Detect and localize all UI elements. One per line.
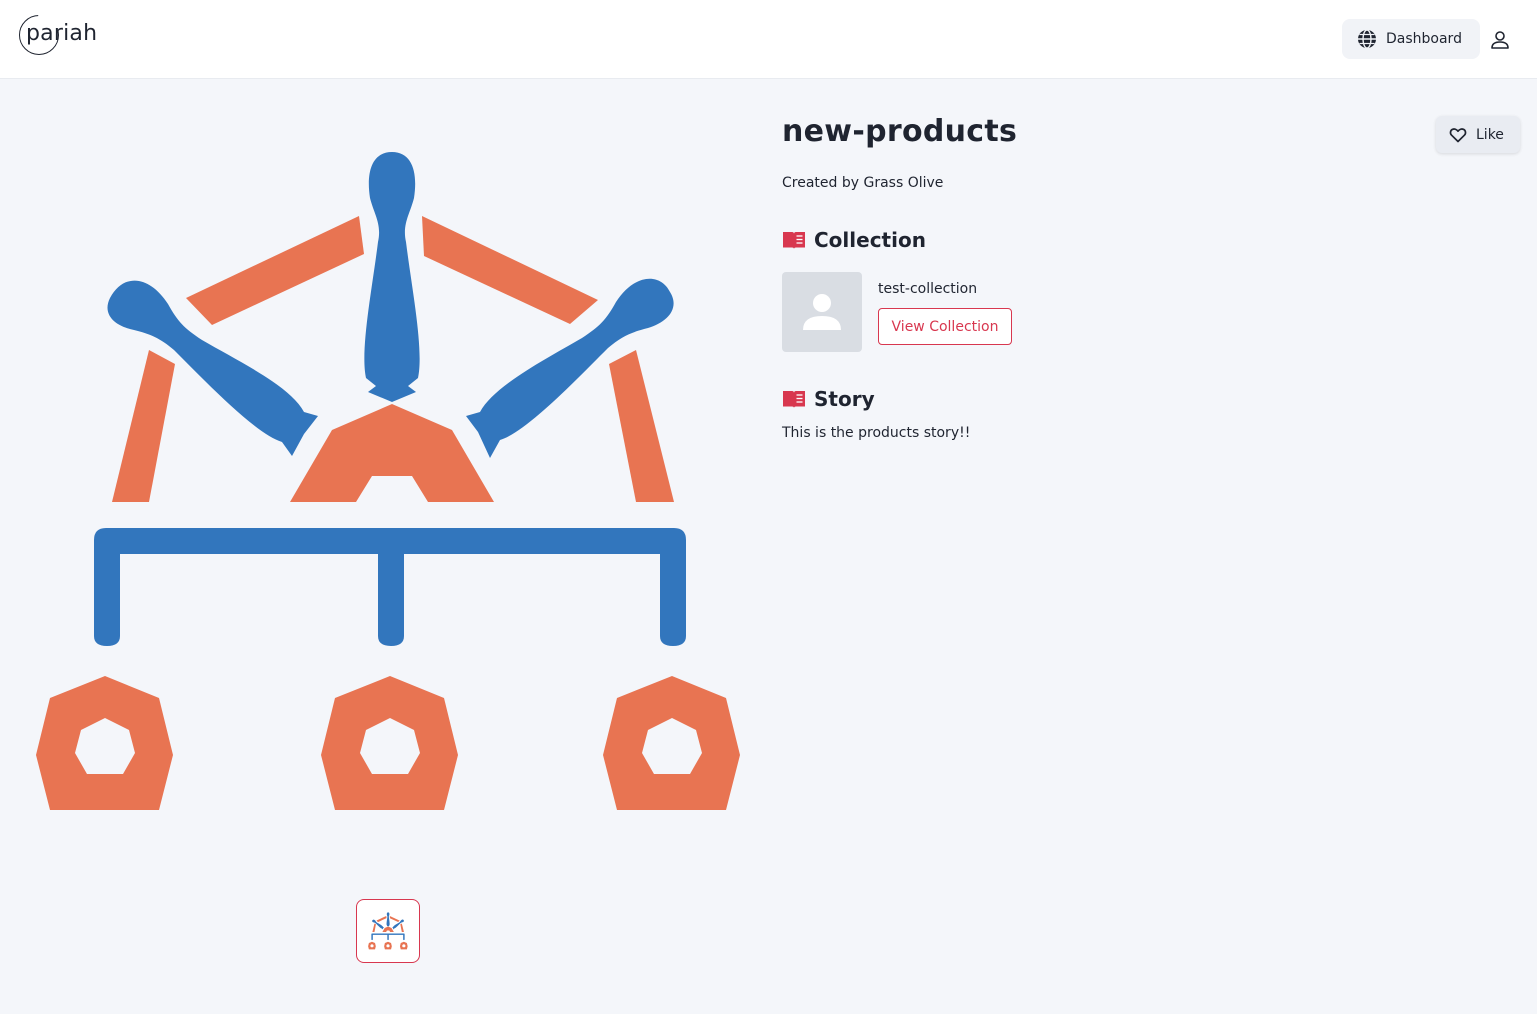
product-thumbnail-icon [368,912,408,950]
like-button[interactable]: Like [1436,116,1520,153]
dashboard-button-label: Dashboard [1386,31,1462,47]
product-title: new-products [782,114,1018,149]
view-collection-button[interactable]: View Collection [878,308,1012,345]
top-navigation-bar: pariah Dashboard [0,0,1537,79]
collection-avatar[interactable] [782,272,862,352]
book-icon [783,391,805,408]
logo-text: pariah [26,21,98,46]
dashboard-button[interactable]: Dashboard [1342,19,1480,59]
book-icon [783,232,805,249]
story-section-heading: Story [782,387,875,411]
globe-icon [1358,29,1376,49]
collection-heading-text: Collection [814,228,926,252]
collection-section-heading: Collection [782,228,926,252]
story-heading-text: Story [814,387,875,411]
like-button-label: Like [1476,126,1504,143]
product-creator: Created by Grass Olive [782,175,944,191]
product-hero-image [36,152,740,810]
pariah-logo[interactable]: pariah [18,14,108,60]
story-text: This is the products story!! [782,425,971,441]
product-image-thumbnail[interactable] [356,899,420,963]
person-placeholder-icon [803,294,841,330]
collection-name[interactable]: test-collection [878,281,977,297]
heart-icon [1449,127,1467,142]
user-icon[interactable] [1489,29,1511,51]
hero-blue-shapes [94,152,686,646]
